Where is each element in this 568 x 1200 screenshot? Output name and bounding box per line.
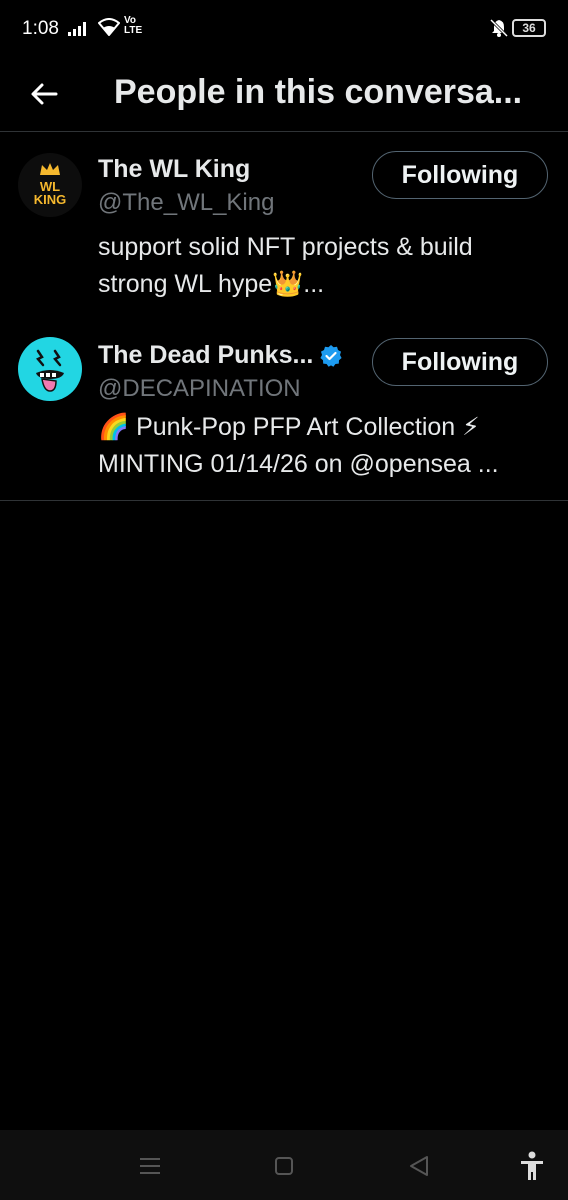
battery-indicator: 36	[512, 19, 546, 37]
wifi-icon	[98, 18, 120, 36]
back-button[interactable]	[22, 72, 66, 116]
user-list-item[interactable]: The Dead Punks... @DECAPINATION Followin…	[0, 321, 568, 501]
status-time: 1:08	[22, 18, 59, 39]
header: People in this conversa...	[0, 56, 568, 132]
display-name: The WL King	[98, 155, 251, 183]
punk-face-icon	[36, 349, 64, 392]
status-bar: 1:08 Vo LTE 36	[0, 0, 568, 56]
accessibility-button[interactable]	[518, 1151, 546, 1180]
square-home-icon	[275, 1157, 293, 1175]
notifications-muted-icon	[489, 18, 509, 38]
user-handle: @DECAPINATION	[98, 375, 301, 402]
avatar[interactable]	[18, 337, 82, 401]
verified-badge-icon	[320, 344, 342, 367]
avatar[interactable]: WL KING	[18, 153, 82, 217]
home-button[interactable]	[270, 1152, 298, 1180]
user-bio: support solid NFT projects & build stron…	[98, 233, 473, 298]
following-button[interactable]: Following	[372, 151, 548, 199]
accessibility-icon	[521, 1151, 543, 1180]
user-list-item[interactable]: WL KING The WL King @The_WL_King Followi…	[0, 133, 568, 321]
triangle-back-icon	[410, 1156, 428, 1176]
signal-icon	[68, 22, 86, 36]
page-title: People in this conversa...	[114, 73, 523, 111]
volte-indicator: Vo LTE	[124, 15, 143, 36]
recent-apps-button[interactable]	[136, 1152, 164, 1180]
user-bio: 🌈 Punk-Pop PFP Art Collection ⚡ MINTING …	[98, 413, 499, 478]
following-button[interactable]: Following	[372, 338, 548, 386]
back-nav-button[interactable]	[405, 1152, 433, 1180]
user-handle: @The_WL_King	[98, 189, 275, 216]
display-name: The Dead Punks...	[98, 341, 314, 369]
name-line: The WL King	[98, 155, 250, 184]
menu-lines-icon	[140, 1158, 160, 1174]
system-navigation-bar	[0, 1130, 568, 1200]
back-arrow-icon	[31, 83, 58, 105]
avatar-text-king: KING	[34, 192, 67, 207]
name-line: The Dead Punks...	[98, 341, 343, 370]
crown-logo-icon: WL KING	[34, 163, 67, 207]
